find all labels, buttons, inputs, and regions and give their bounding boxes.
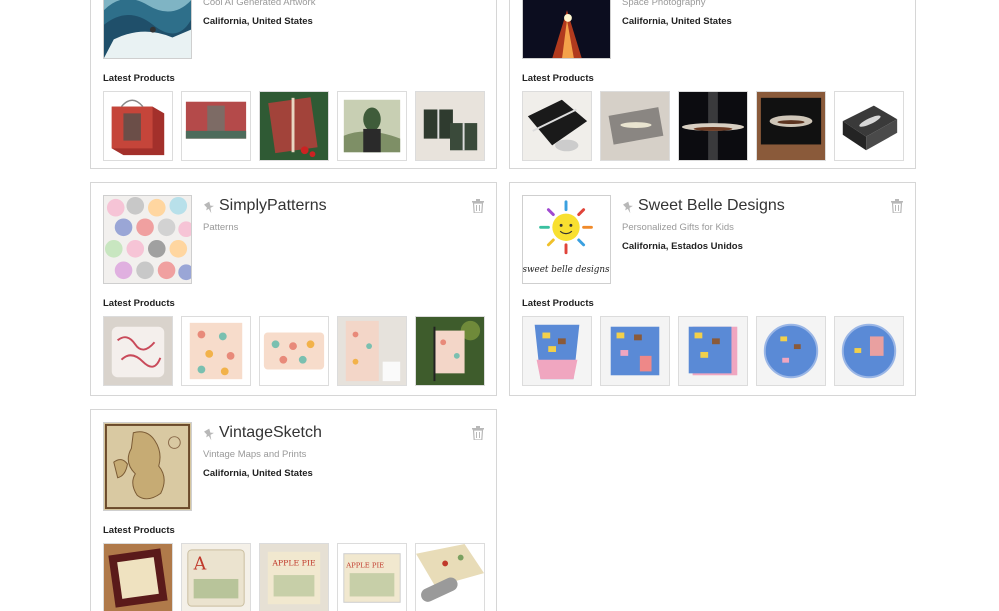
latest-products-label: Latest Products xyxy=(522,298,594,309)
product-list xyxy=(103,91,485,161)
product-thumbnail-pattern-paper[interactable] xyxy=(181,316,251,386)
product-thumbnail-paper-plate[interactable] xyxy=(756,316,826,386)
product-thumbnail-gift-bag[interactable] xyxy=(103,91,173,161)
store-logo[interactable] xyxy=(103,422,192,511)
store-tagline: Vintage Maps and Prints xyxy=(203,449,307,460)
pin-icon xyxy=(203,200,217,214)
product-thumbnail-card[interactable] xyxy=(181,91,251,161)
product-list xyxy=(522,316,904,386)
store-name[interactable]: VintageSketch xyxy=(219,424,322,442)
product-thumbnail-art-print[interactable] xyxy=(337,91,407,161)
product-text: APPLE PIE xyxy=(345,561,384,569)
store-name[interactable]: SimplyPatterns xyxy=(219,197,327,215)
product-thumbnail-paper-plate-photo[interactable] xyxy=(834,316,904,386)
product-thumbnail-apple-pie-card[interactable]: A xyxy=(181,543,251,611)
product-thumbnail-pattern-mat[interactable] xyxy=(259,316,329,386)
product-thumbnail-apple-pie-print[interactable]: APPLE PIE xyxy=(259,543,329,611)
store-card-simplypatterns: SimplyPatterns Patterns Latest Products xyxy=(90,182,497,396)
store-logo[interactable]: sweet belle designs xyxy=(522,195,611,284)
product-text: A xyxy=(193,554,207,574)
product-list xyxy=(522,91,904,161)
store-logo[interactable] xyxy=(103,195,192,284)
product-thumbnail-pillow[interactable] xyxy=(103,316,173,386)
store-card-vintagesketch: VintageSketch Vintage Maps and Prints Ca… xyxy=(90,409,497,611)
store-location: California, United States xyxy=(203,468,313,479)
latest-products-label: Latest Products xyxy=(103,525,175,536)
product-thumbnail-napkin-pink[interactable] xyxy=(678,316,748,386)
trash-icon[interactable] xyxy=(472,199,484,214)
product-list: A APPLE PIE APPLE PIE xyxy=(103,543,485,611)
store-name[interactable]: Sweet Belle Designs xyxy=(638,197,785,215)
product-thumbnail-galaxy-box[interactable] xyxy=(522,91,592,161)
product-thumbnail-wrapping-paper-roll[interactable] xyxy=(415,543,485,611)
store-card-space-photography: Space Photography California, United Sta… xyxy=(509,0,916,169)
product-text: APPLE PIE xyxy=(271,558,316,567)
product-thumbnail-gift-box[interactable] xyxy=(415,91,485,161)
latest-products-label: Latest Products xyxy=(522,73,594,84)
store-location: California, Estados Unidos xyxy=(622,241,743,252)
product-thumbnail-apple-pie-poster[interactable]: APPLE PIE xyxy=(337,543,407,611)
product-thumbnail-galaxy-poster[interactable] xyxy=(678,91,748,161)
latest-products-label: Latest Products xyxy=(103,298,175,309)
store-tagline: Patterns xyxy=(203,222,239,233)
product-thumbnail-coaster[interactable] xyxy=(103,543,173,611)
store-card-ai-artwork: Cool AI Generated Artwork California, Un… xyxy=(90,0,497,169)
store-tagline: Cool AI Generated Artwork xyxy=(203,0,316,8)
product-thumbnail-garden-flag[interactable] xyxy=(415,316,485,386)
product-thumbnail-napkin[interactable] xyxy=(600,316,670,386)
product-thumbnail-shower-curtain[interactable] xyxy=(337,316,407,386)
trash-icon[interactable] xyxy=(891,199,903,214)
store-logo[interactable] xyxy=(103,0,192,59)
product-thumbnail-keepsake-box[interactable] xyxy=(834,91,904,161)
product-thumbnail-laptop-sleeve[interactable] xyxy=(600,91,670,161)
product-thumbnail-wrapping-paper[interactable] xyxy=(259,91,329,161)
trash-icon[interactable] xyxy=(472,426,484,441)
store-card-sweet-belle-designs: sweet belle designs Sweet Belle Designs … xyxy=(509,182,916,396)
store-tagline: Space Photography xyxy=(622,0,706,8)
logo-text: sweet belle designs xyxy=(523,265,610,275)
store-location: California, United States xyxy=(622,16,732,27)
store-location: California, United States xyxy=(203,16,313,27)
product-thumbnail-paper-cup[interactable] xyxy=(522,316,592,386)
product-thumbnail-galaxy-print[interactable] xyxy=(756,91,826,161)
latest-products-label: Latest Products xyxy=(103,73,175,84)
store-tagline: Personalized Gifts for Kids xyxy=(622,222,734,233)
product-list xyxy=(103,316,485,386)
store-logo[interactable] xyxy=(522,0,611,59)
pin-icon xyxy=(203,427,217,441)
pin-icon xyxy=(622,200,636,214)
